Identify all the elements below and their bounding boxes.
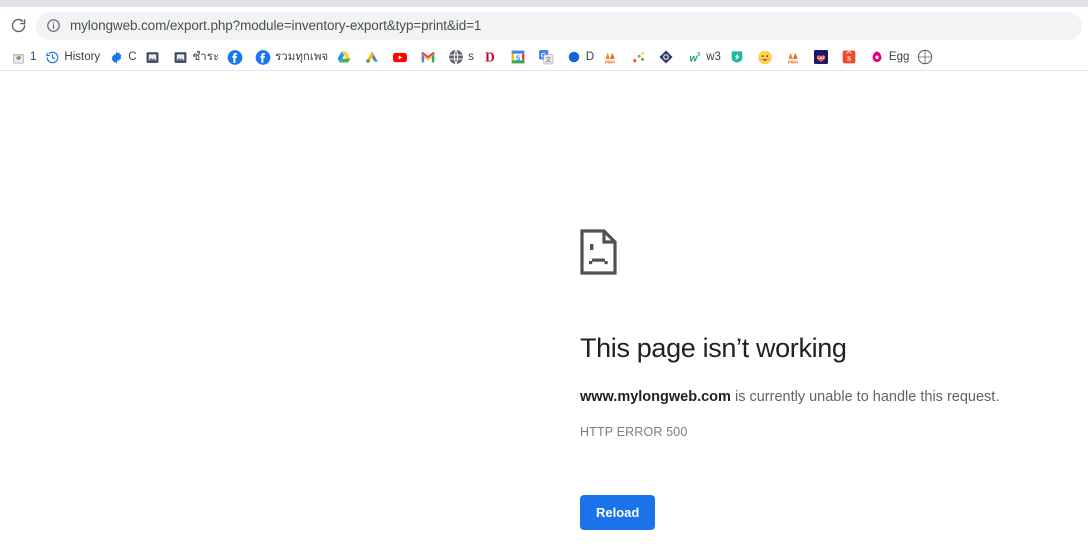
smiley-icon: [757, 49, 773, 65]
green-badge-icon: [729, 49, 745, 65]
shopee-icon: S: [841, 49, 857, 65]
facebook-icon: [255, 49, 271, 65]
tab-strip: [0, 0, 1088, 7]
svg-text:S: S: [847, 54, 851, 63]
bookmark-label: รวมทุกเพจ: [275, 51, 329, 63]
bookmark-item[interactable]: [360, 46, 388, 68]
info-circle-icon[interactable]: [46, 18, 61, 33]
bookmark-label: w3: [706, 51, 721, 63]
history-clock-icon: [44, 49, 60, 65]
bookmark-item[interactable]: ชำระ: [169, 46, 224, 68]
svg-text:LAZ: LAZ: [817, 55, 825, 60]
error-page: This page isn’t working www.mylongweb.co…: [580, 229, 1040, 531]
partial-icon: [917, 49, 933, 65]
address-bar-url: mylongweb.com/export.php?module=inventor…: [70, 17, 482, 33]
google-translate-icon: G 文: [538, 49, 554, 65]
picture-frame-icon: [145, 49, 161, 65]
bookmark-item[interactable]: D: [478, 46, 506, 68]
reload-icon[interactable]: [4, 12, 32, 40]
pma-icon: PMA: [602, 49, 618, 65]
globe-icon: [448, 49, 464, 65]
bookmark-item[interactable]: [913, 46, 941, 68]
bookmark-item[interactable]: [416, 46, 444, 68]
picture-frame-icon: [173, 49, 189, 65]
svg-text:PMA: PMA: [788, 59, 799, 64]
bookmark-item[interactable]: [753, 46, 781, 68]
blue-dot-icon: [566, 49, 582, 65]
bookmark-item[interactable]: [141, 46, 169, 68]
bookmark-label: s: [468, 51, 474, 63]
bookmark-item[interactable]: รวมทุกเพจ: [251, 46, 332, 68]
chrome-web-store-icon: [10, 49, 26, 65]
browser-chrome: mylongweb.com/export.php?module=inventor…: [0, 0, 1088, 71]
bookmark-item[interactable]: 1: [6, 46, 40, 68]
error-detail-rest: is currently unable to handle this reque…: [730, 389, 1000, 406]
bookmark-item[interactable]: [223, 46, 251, 68]
bookmark-label: C: [128, 51, 137, 63]
google-drive-icon: [336, 49, 352, 65]
bookmark-item[interactable]: s: [444, 46, 478, 68]
bookmark-item[interactable]: PMA: [781, 46, 809, 68]
dafont-d-icon: D: [482, 49, 498, 65]
bookmark-item-history[interactable]: History: [40, 46, 104, 68]
bookmark-item[interactable]: [725, 46, 753, 68]
browser-toolbar: mylongweb.com/export.php?module=inventor…: [0, 7, 1088, 44]
svg-text:3: 3: [697, 52, 700, 58]
google-calendar-icon: 5: [510, 49, 526, 65]
youtube-icon: [392, 49, 408, 65]
w3schools-icon: w 3: [686, 49, 702, 65]
sad-document-icon: [580, 229, 1040, 280]
bookmark-label: D: [585, 51, 595, 63]
svg-text:PMA: PMA: [605, 59, 616, 64]
page-content: This page isn’t working www.mylongweb.co…: [0, 71, 1088, 551]
bookmark-label: Egg: [888, 51, 910, 63]
page-title: This page isn’t working: [580, 333, 847, 363]
bookmark-item[interactable]: w 3 w3: [682, 46, 725, 68]
facebook-icon: [227, 49, 243, 65]
bookmark-item[interactable]: D: [562, 46, 598, 68]
google-ads-icon: [364, 49, 380, 65]
gear-icon: [108, 49, 124, 65]
error-detail-text: www.mylongweb.com is currently unable to…: [580, 387, 1040, 409]
bookmark-item[interactable]: C: [104, 46, 140, 68]
bookmark-item[interactable]: PMA: [598, 46, 626, 68]
bookmark-label: 1: [30, 51, 37, 63]
egg-icon: [869, 49, 885, 65]
bookmark-item[interactable]: 5: [506, 46, 534, 68]
svg-text:5: 5: [516, 53, 520, 62]
error-host: www.mylongweb.com: [580, 389, 731, 406]
bookmark-item[interactable]: S: [837, 46, 865, 68]
bookmark-item[interactable]: [654, 46, 682, 68]
address-bar[interactable]: mylongweb.com/export.php?module=inventor…: [36, 11, 1082, 40]
bookmark-item[interactable]: G 文: [534, 46, 562, 68]
diamond-icon: [658, 49, 674, 65]
gmail-icon: [420, 49, 436, 65]
bookmark-item[interactable]: [332, 46, 360, 68]
dots-diagonal-icon: [630, 49, 646, 65]
bookmark-label: ชำระ: [192, 51, 220, 63]
bookmark-item[interactable]: [626, 46, 654, 68]
bookmark-item[interactable]: Egg: [865, 46, 913, 68]
pma-icon: PMA: [785, 49, 801, 65]
bookmark-item[interactable]: LAZ: [809, 46, 837, 68]
lazada-icon: LAZ: [813, 49, 829, 65]
error-code: HTTP ERROR 500: [580, 425, 688, 440]
bookmark-label: History: [64, 51, 101, 63]
bookmarks-bar: 1 History C ชำระ รวมทุกเพจ s D 5 G 文 D P…: [0, 44, 1088, 71]
reload-button[interactable]: Reload: [580, 495, 656, 531]
svg-text:D: D: [485, 50, 495, 65]
bookmark-item[interactable]: [388, 46, 416, 68]
